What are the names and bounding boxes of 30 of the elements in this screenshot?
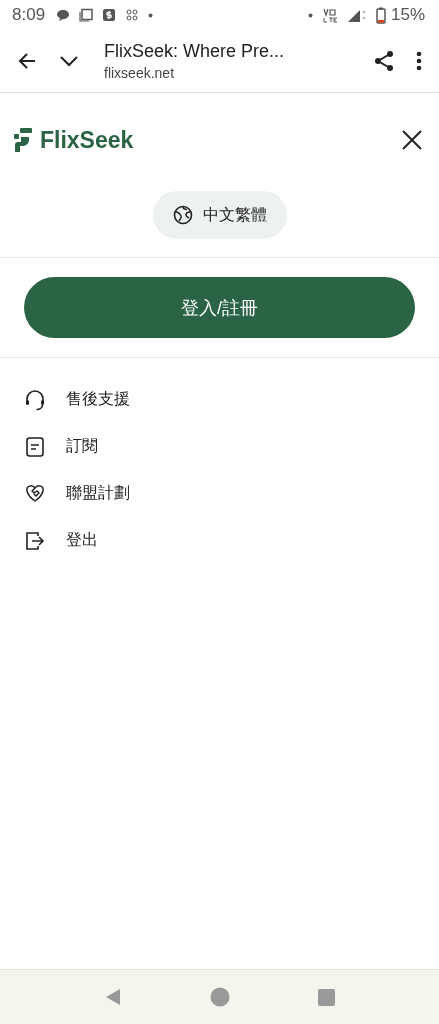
- home-nav-icon[interactable]: [210, 987, 230, 1007]
- share-icon: [373, 50, 395, 72]
- globe-icon: [172, 205, 193, 225]
- dollar-icon: [102, 8, 117, 22]
- menu-item[interactable]: 售後支援: [24, 376, 439, 423]
- logout-icon: [24, 529, 46, 552]
- page-url: flixseek.net: [104, 65, 176, 81]
- menu-item[interactable]: 聯盟計劃: [24, 470, 439, 517]
- volte-icon: [321, 7, 338, 23]
- app-icon: [125, 8, 140, 22]
- recents-nav-icon[interactable]: [318, 988, 335, 1006]
- battery-icon: [375, 6, 386, 24]
- back-nav-icon[interactable]: [104, 988, 122, 1006]
- logo-text: FlixSeek: [40, 126, 134, 154]
- menu-item[interactable]: 登出: [24, 517, 439, 564]
- headset-icon: [24, 388, 46, 411]
- battery-level: 15%: [390, 5, 425, 25]
- dot-icon: [148, 12, 154, 18]
- more-options-icon: [415, 50, 423, 72]
- login-button[interactable]: 登入/註冊: [24, 277, 415, 338]
- language-button[interactable]: 中文繁體: [152, 191, 287, 239]
- menu-item[interactable]: 訂閱: [24, 423, 439, 470]
- dot-icon: [307, 12, 313, 18]
- status-time: 8:09: [12, 5, 46, 25]
- page-title: FlixSeek: Where Pre...: [104, 41, 286, 62]
- document-icon: [24, 435, 46, 458]
- close-icon: [401, 129, 423, 151]
- logo-icon: [14, 128, 32, 152]
- chat-icon: [56, 8, 71, 22]
- copy-icon: [79, 8, 94, 22]
